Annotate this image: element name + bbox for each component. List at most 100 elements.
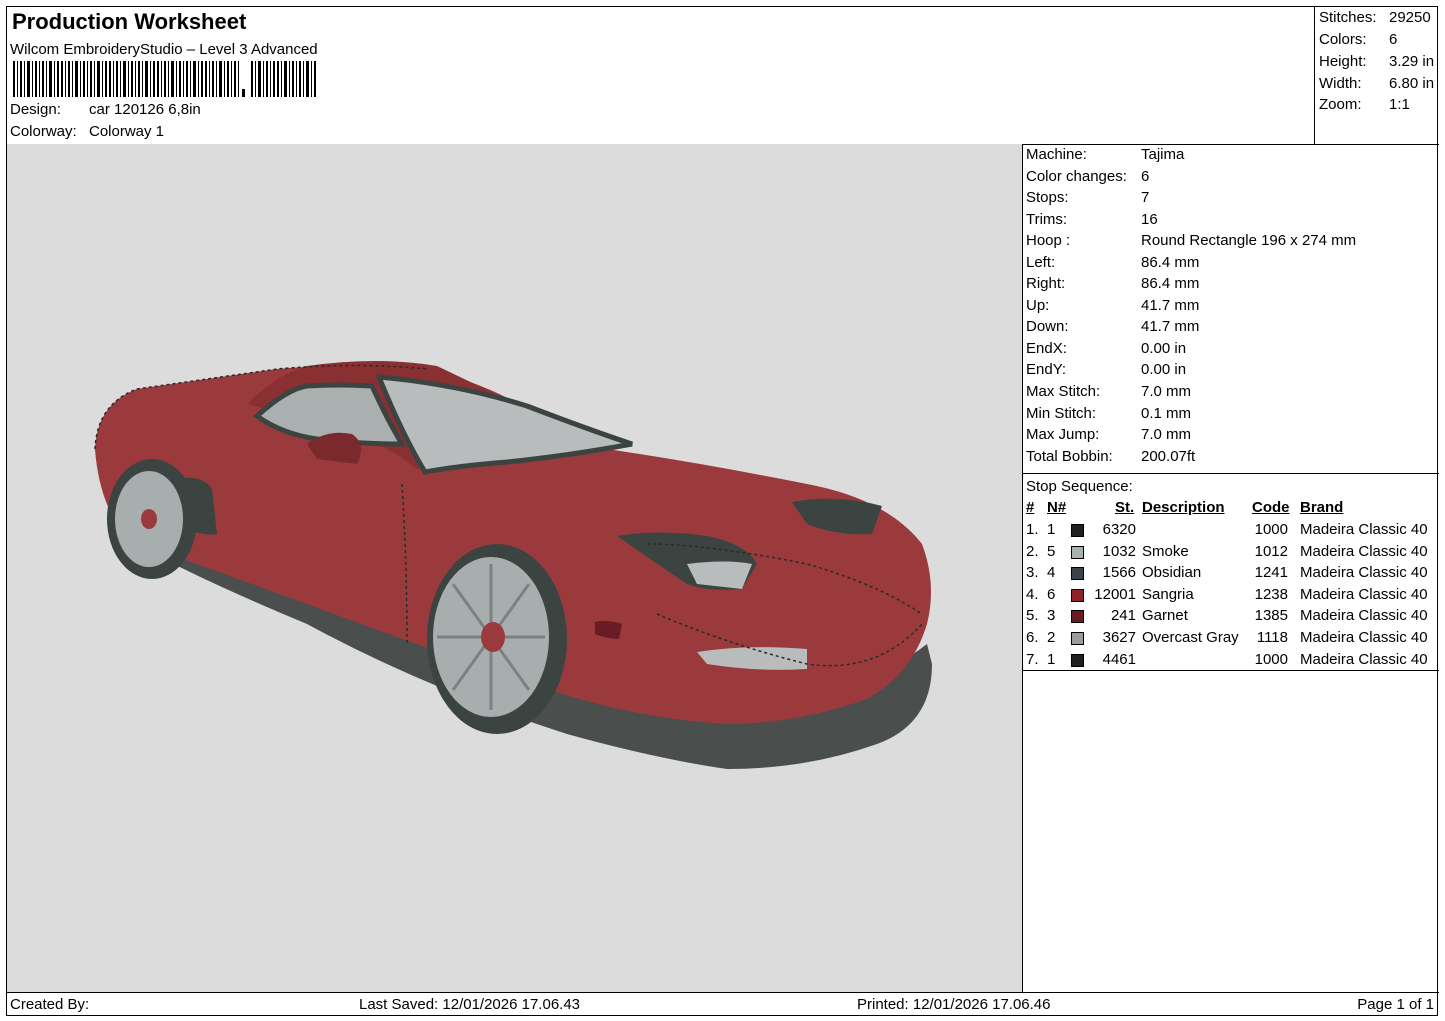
colors-value: 6 xyxy=(1389,31,1398,48)
summary-stitches: Stitches: 29250 xyxy=(1319,9,1431,26)
info-value: 41.7 mm xyxy=(1141,318,1200,335)
seq-stitches: 4461 xyxy=(1102,650,1136,668)
design-preview xyxy=(7,144,1023,992)
info-row-right: Right: 86.4 mm xyxy=(1026,275,1199,292)
seq-needle: 3 xyxy=(1047,607,1056,625)
info-row-stops: Stops: 7 xyxy=(1026,189,1149,206)
seq-brand: Madeira Classic 40 xyxy=(1300,607,1428,625)
width-label: Width: xyxy=(1319,75,1362,92)
last-saved: Last Saved: 12/01/2026 17.06.43 xyxy=(359,996,581,1013)
info-value: Tajima xyxy=(1141,146,1185,163)
info-value: 0.1 mm xyxy=(1141,404,1192,422)
info-value: 0.00 in xyxy=(1141,361,1187,378)
color-swatch-icon xyxy=(1071,610,1084,624)
info-label: Total Bobbin: xyxy=(1026,447,1113,465)
seq-code: 1012 xyxy=(1254,542,1288,560)
info-row-left: Left: 86.4 mm xyxy=(1026,254,1199,271)
divider xyxy=(1023,473,1439,474)
stop-sequence-row: 6. 2 3627 Overcast Gray 1118 Madeira Classic … xyxy=(1023,629,1439,650)
info-label: Color changes: xyxy=(1026,167,1127,185)
seq-brand: Madeira Classic 40 xyxy=(1300,629,1428,646)
info-value: 0.00 in xyxy=(1141,339,1187,357)
width-value: 6.80 in xyxy=(1389,75,1435,92)
info-row-trims: Trims: 16 xyxy=(1026,211,1158,228)
seq-description: Garnet xyxy=(1142,607,1188,625)
design-summary: Stitches: 29250 Colors: 6 Height: 3.29 in W… xyxy=(1314,7,1440,144)
info-value: 7.0 mm xyxy=(1141,426,1192,443)
summary-width: Width: 6.80 in xyxy=(1319,75,1434,92)
color-swatch-icon xyxy=(1071,567,1084,581)
seq-code: 1118 xyxy=(1256,629,1288,646)
info-label: Right: xyxy=(1026,275,1066,292)
seq-stitches: 1566 xyxy=(1102,564,1136,582)
info-value: 7 xyxy=(1141,189,1150,206)
seq-num: 1. xyxy=(1026,521,1039,538)
seq-brand: Madeira Classic 40 xyxy=(1300,650,1428,668)
car-embroidery-image xyxy=(94,361,932,769)
barcode-icon xyxy=(13,61,316,97)
info-row-max-stitch: Max Stitch: 7.0 mm xyxy=(1026,383,1191,400)
created-by: Created By: xyxy=(10,996,90,1013)
col-stitches: St. xyxy=(1115,499,1135,516)
info-label: EndY: xyxy=(1026,361,1067,378)
seq-description: Smoke xyxy=(1142,542,1189,560)
stop-sequence-title: Stop Sequence: xyxy=(1026,478,1133,495)
stop-sequence-row: 5. 3 241 Garnet 1385 Madeira Classic 40 xyxy=(1023,607,1439,628)
seq-stitches: 12001 xyxy=(1094,585,1136,603)
seq-stitches: 3627 xyxy=(1102,629,1136,646)
seq-num: 7. xyxy=(1026,650,1039,668)
seq-num: 2. xyxy=(1026,542,1039,560)
color-swatch-icon xyxy=(1071,524,1084,537)
info-label: Max Jump: xyxy=(1026,426,1100,443)
zoom-value: 1:1 xyxy=(1389,96,1410,113)
seq-stitches: 1032 xyxy=(1102,542,1136,560)
worksheet-title: Production Worksheet xyxy=(12,9,247,34)
machine-info-panel: Machine: Tajima Color changes: 6 Stops: 7 T… xyxy=(1023,144,1439,992)
colors-label: Colors: xyxy=(1319,31,1367,48)
stop-sequence-row: 4. 6 12001 Sangria 1238 Madeira Classic 40 xyxy=(1023,586,1439,607)
seq-num: 3. xyxy=(1026,564,1039,582)
seq-code: 1000 xyxy=(1254,650,1288,668)
info-value: 200.07ft xyxy=(1141,447,1196,465)
stop-sequence-row: 1. 1 6320 1000 Madeira Classic 40 xyxy=(1023,521,1439,542)
info-row-min-stitch: Min Stitch: 0.1 mm xyxy=(1026,405,1191,422)
info-row-endy: EndY: 0.00 in xyxy=(1026,361,1186,378)
info-row-max-jump: Max Jump: 7.0 mm xyxy=(1026,426,1191,443)
stop-sequence-row: 2. 5 1032 Smoke 1012 Madeira Classic 40 xyxy=(1023,543,1439,564)
seq-brand: Madeira Classic 40 xyxy=(1300,585,1428,603)
info-value: 6 xyxy=(1141,167,1150,185)
col-brand: Brand xyxy=(1300,499,1344,516)
col-num: # xyxy=(1026,499,1035,516)
info-row-total-bobbin: Total Bobbin: 200.07ft xyxy=(1026,448,1195,465)
stop-sequence-header: # N# St. Description Code Brand xyxy=(1023,499,1439,520)
color-swatch-icon xyxy=(1071,653,1084,667)
software-name: Wilcom EmbroideryStudio – Level 3 Advanc… xyxy=(10,41,318,58)
seq-brand: Madeira Classic 40 xyxy=(1300,521,1428,538)
worksheet-header: Production Worksheet Wilcom EmbroiderySt… xyxy=(7,7,1439,145)
info-value: 86.4 mm xyxy=(1141,253,1200,271)
info-label: Min Stitch: xyxy=(1026,404,1097,422)
info-row-up: Up: 41.7 mm xyxy=(1026,297,1199,314)
stop-sequence-row: 7. 1 4461 1000 Madeira Classic 40 xyxy=(1023,651,1439,672)
seq-brand: Madeira Classic 40 xyxy=(1300,542,1428,560)
zoom-label: Zoom: xyxy=(1319,96,1362,113)
seq-stitches: 6320 xyxy=(1102,521,1136,538)
design-value: car 120126 6,8in xyxy=(89,101,201,118)
seq-brand: Madeira Classic 40 xyxy=(1300,564,1428,582)
color-swatch-icon xyxy=(1071,632,1084,645)
info-row-down: Down: 41.7 mm xyxy=(1026,318,1199,335)
col-code: Code xyxy=(1252,499,1290,516)
page-number: Page 1 of 1 xyxy=(1357,996,1434,1013)
design-row: Design: car 120126 6,8in xyxy=(10,101,201,118)
colorway-row: Colorway: Colorway 1 xyxy=(10,123,164,140)
seq-needle: 2 xyxy=(1047,629,1056,646)
seq-description: Obsidian xyxy=(1142,564,1202,582)
col-description: Description xyxy=(1142,499,1225,516)
seq-code: 1385 xyxy=(1254,607,1288,625)
stop-sequence-row: 3. 4 1566 Obsidian 1241 Madeira Classic 40 xyxy=(1023,564,1439,585)
production-worksheet: Production Worksheet Wilcom EmbroiderySt… xyxy=(6,6,1439,1016)
info-row-endx: EndX: 0.00 in xyxy=(1026,340,1186,357)
summary-height: Height: 3.29 in xyxy=(1319,53,1434,70)
seq-num: 6. xyxy=(1026,629,1039,646)
info-value: Round Rectangle 196 x 274 mm xyxy=(1141,232,1357,249)
